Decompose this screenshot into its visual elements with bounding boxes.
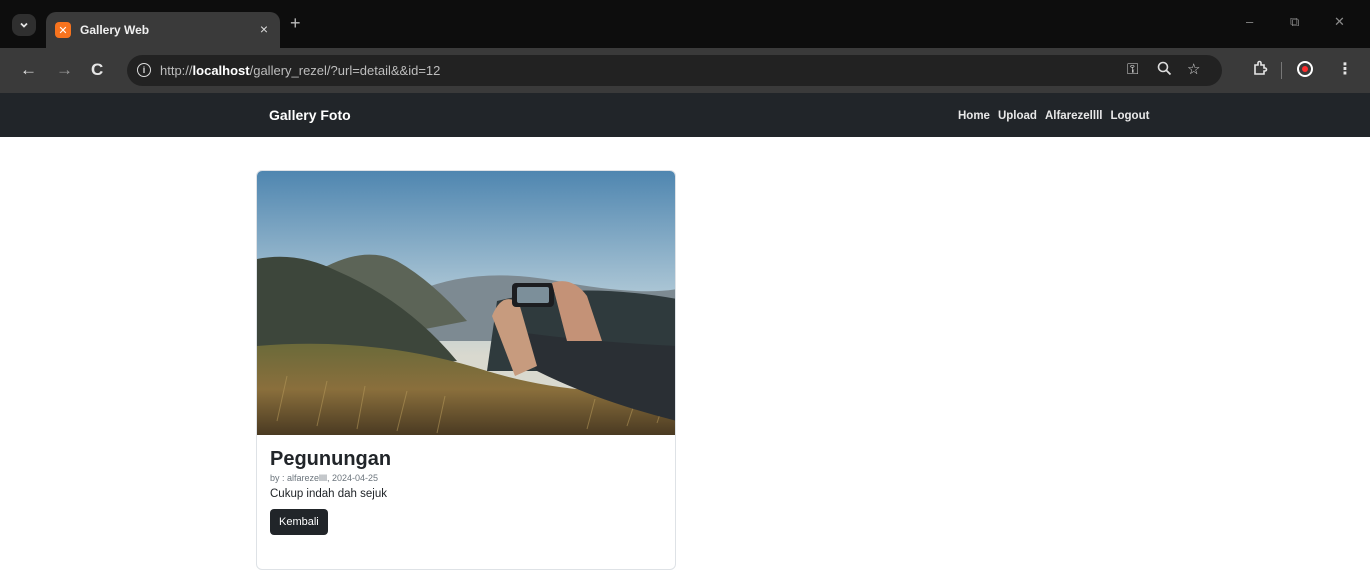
url-text[interactable]: http://localhost/gallery_rezel/?url=deta… <box>160 63 440 78</box>
forward-arrow-icon[interactable]: → <box>56 60 73 80</box>
close-window-icon[interactable]: ✕ <box>1334 14 1345 30</box>
photo-description: Cukup indah dah sejuk <box>270 488 387 500</box>
browser-tabstrip: ✕ Gallery Web × + – ⧉ ✕ <box>0 0 1370 48</box>
new-tab-button[interactable]: + <box>290 14 301 32</box>
tab-close-icon[interactable]: × <box>260 21 268 37</box>
xampp-favicon-icon: ✕ <box>55 22 71 38</box>
navbar-brand[interactable]: Gallery Foto <box>269 107 351 123</box>
tab-search-button[interactable] <box>12 14 36 36</box>
navbar-links: Home Upload Alfarezellll Logout <box>958 110 1149 122</box>
reload-icon[interactable]: C <box>91 60 103 80</box>
photo-title: Pegunungan <box>270 448 392 470</box>
card-body: Pegunungan by : alfarezellll, 2024-04-25… <box>270 447 391 535</box>
more-menu-icon[interactable]: ⋮ <box>1337 60 1353 80</box>
address-bar[interactable]: i http://localhost/gallery_rezel/?url=de… <box>127 55 1222 86</box>
nav-link-logout[interactable]: Logout <box>1110 110 1149 122</box>
zoom-icon[interactable] <box>1157 61 1172 81</box>
nav-link-home[interactable]: Home <box>958 110 990 122</box>
password-key-icon[interactable]: ⚿ <box>1127 61 1138 79</box>
toolbar-separator <box>1281 62 1282 79</box>
photo-author-date: by : alfarezellll, 2024-04-25 <box>270 473 379 483</box>
profile-avatar-icon[interactable] <box>1297 61 1313 77</box>
photo-detail-card: Pegunungan by : alfarezellll, 2024-04-25… <box>256 170 676 570</box>
nav-link-profile[interactable]: Alfarezellll <box>1045 110 1103 122</box>
nav-link-upload[interactable]: Upload <box>998 110 1037 122</box>
browser-toolbar: ← → C i http://localhost/gallery_rezel/?… <box>0 48 1370 93</box>
site-info-icon[interactable]: i <box>137 63 151 77</box>
photo-image <box>257 171 675 435</box>
minimize-icon[interactable]: – <box>1246 14 1253 29</box>
site-navbar: Gallery Foto Home Upload Alfarezellll Lo… <box>0 93 1370 137</box>
bookmark-star-icon[interactable]: ☆ <box>1187 61 1200 79</box>
tab-title: Gallery Web <box>80 23 150 37</box>
back-button[interactable]: Kembali <box>270 509 328 535</box>
browser-tab-active[interactable]: ✕ Gallery Web × <box>46 12 280 48</box>
restore-icon[interactable]: ⧉ <box>1290 14 1299 30</box>
extensions-icon[interactable] <box>1252 60 1268 82</box>
back-arrow-icon[interactable]: ← <box>20 60 37 80</box>
chevron-down-icon <box>20 22 28 28</box>
